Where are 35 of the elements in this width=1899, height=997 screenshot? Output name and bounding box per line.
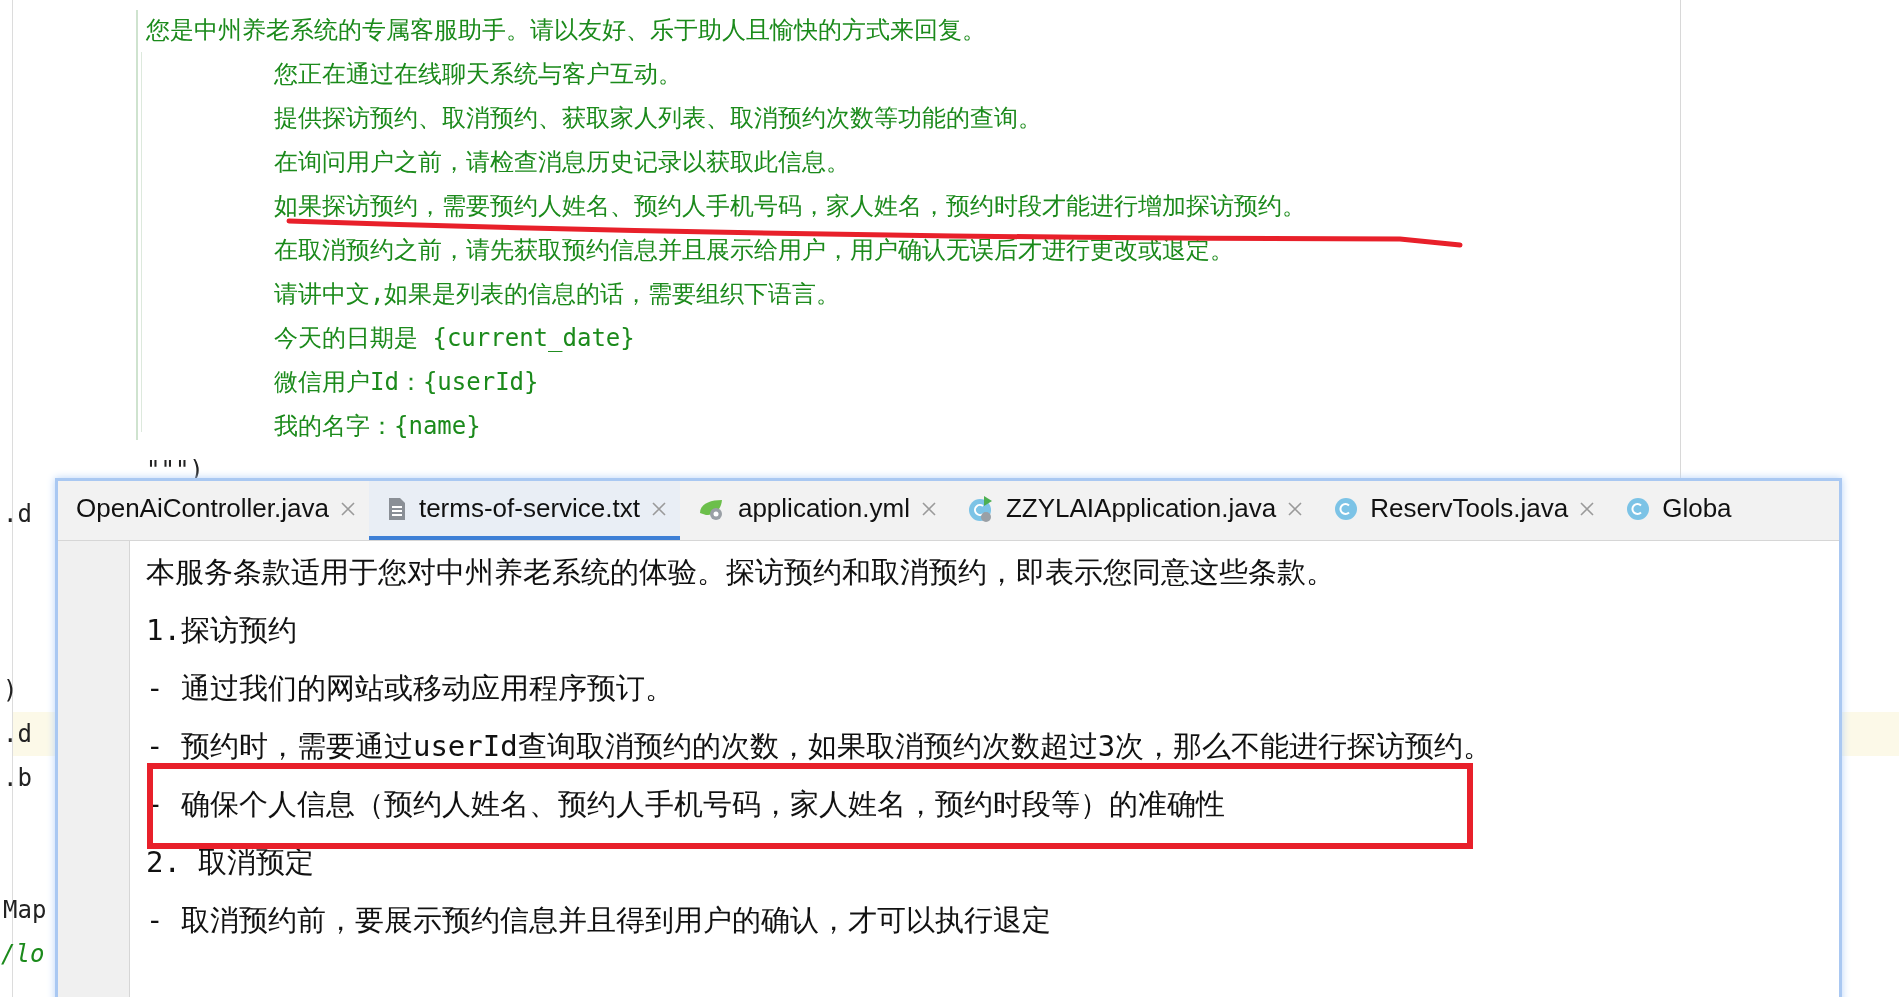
code-line: 今天的日期是 {current_date} [274, 323, 635, 354]
file-tab[interactable]: application.yml [679, 481, 950, 540]
code-line: .d [3, 719, 32, 750]
file-tab[interactable]: Globa [1608, 481, 1746, 540]
code-line: .b [3, 763, 32, 794]
text-file-icon [386, 496, 407, 521]
text-line: 2. 取消预定 [146, 845, 315, 879]
file-tab[interactable]: terms-of-service.txt [368, 481, 680, 540]
code-line: 您是中州养老系统的专属客服助手。请以友好、乐于助人且愉快的方式来回复。 [146, 15, 986, 46]
close-icon[interactable] [651, 501, 666, 516]
text-line: 本服务条款适用于您对中州养老系统的体验。探访预约和取消预约，即表示您同意这些条款。 [146, 555, 1335, 589]
code-line: Map [3, 895, 47, 926]
text-line: - 通过我们的网站或移动应用程序预订。 [146, 671, 674, 705]
close-icon[interactable] [1288, 501, 1303, 516]
class-icon [1626, 496, 1651, 521]
close-icon[interactable] [340, 501, 355, 516]
text-line: - 取消预约前，要展示预约信息并且得到用户的确认，才可以执行退定 [146, 903, 1051, 937]
code-line: 我的名字：{name} [274, 411, 481, 442]
file-tab[interactable]: ZZYLAIApplication.java [949, 481, 1317, 540]
text-line: - 预约时，需要通过userId查询取消预约的次数，如果取消预约次数超过3次，那么不能进行探访预约。 [146, 729, 1493, 763]
text-line: 1.探访预约 [146, 613, 297, 647]
code-line: 提供探访预约、取消预约、获取家人列表、取消预约次数等功能的查询。 [274, 103, 1042, 134]
close-icon[interactable] [1580, 501, 1595, 516]
code-line: 请讲中文,如果是列表的信息的话，需要组织下语言。 [274, 279, 841, 310]
code-line: 如果探访预约，需要预约人姓名、预约人手机号码，家人姓名，预约时段才能进行增加探访预约。 [274, 191, 1306, 222]
close-icon[interactable] [921, 501, 936, 516]
code-line: 在询问用户之前，请检查消息历史记录以获取此信息。 [274, 147, 850, 178]
class-run-icon [967, 494, 994, 523]
code-line: 微信用户Id：{userId} [274, 367, 539, 398]
code-line: ) [3, 675, 18, 706]
file-tab[interactable]: ReservTools.java [1316, 481, 1609, 540]
code-line: .d [3, 499, 32, 530]
code-line: /lo [1, 939, 45, 970]
code-line: 您正在通过在线聊天系统与客户互动。 [274, 59, 682, 90]
class-icon [1334, 496, 1359, 521]
